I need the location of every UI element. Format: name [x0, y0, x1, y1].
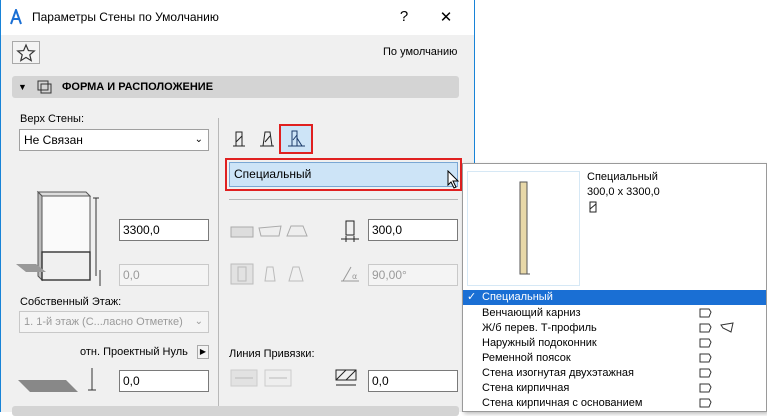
- profile-shape-icon: [699, 353, 712, 363]
- section-title: ФОРМА И РАСПОЛОЖЕНИЕ: [62, 81, 214, 93]
- reference-offset-input[interactable]: 0,0: [368, 370, 458, 392]
- profile-dropdown[interactable]: Специальный: [229, 162, 458, 187]
- wall-shape-icons: [230, 263, 304, 285]
- window-title: Параметры Стены по Умолчанию: [32, 10, 219, 24]
- home-story-dropdown[interactable]: 1. 1-й этаж (С...ласно Отметке) ⌄: [19, 311, 209, 333]
- chevron-down-icon: ⌄: [194, 316, 203, 327]
- profile-list-item[interactable]: Стена кирпичная с основанием: [463, 396, 766, 411]
- profile-shape-icon: [699, 308, 712, 318]
- profile-wall-small-icon: [589, 201, 597, 213]
- profile-preview: [467, 171, 580, 286]
- top-link-dropdown[interactable]: Не Связан ⌄: [19, 129, 209, 151]
- profile-shape-icon: [699, 338, 712, 348]
- profile-shape-icon: [699, 323, 712, 333]
- help-button[interactable]: ?: [394, 8, 414, 25]
- profile-shape-icon: [699, 398, 712, 408]
- wall-height-input[interactable]: 3300,0: [119, 219, 209, 241]
- slant-angle-input[interactable]: 90,00°: [368, 264, 458, 286]
- base-level-illustration-icon: [18, 368, 96, 392]
- top-link-value: Не Связан: [24, 133, 83, 147]
- profile-shape-icon: [699, 368, 712, 378]
- profile-preview-image-icon: [519, 181, 530, 275]
- next-section-header[interactable]: [12, 406, 459, 416]
- default-label: По умолчанию: [383, 46, 458, 58]
- straight-wall-icon[interactable]: [231, 129, 247, 149]
- wall-thickness-icon: [341, 220, 359, 242]
- wall-thickness-input[interactable]: 300,0: [368, 219, 458, 241]
- profile-shape-icon: [699, 383, 712, 393]
- profiled-wall-icon: [288, 130, 305, 147]
- wall-complexity-icons: [230, 225, 308, 238]
- base-offset-input[interactable]: 0,0: [119, 264, 209, 286]
- profile-list-item[interactable]: Ременной поясок: [463, 351, 766, 366]
- favorites-button[interactable]: [12, 41, 40, 64]
- reference-offset-icon: [335, 369, 357, 386]
- mouse-cursor-icon: [447, 170, 460, 189]
- reference-level-label: отн. Проектный Нуль: [80, 346, 188, 358]
- close-button[interactable]: ✕: [436, 8, 456, 26]
- profile-list-item[interactable]: Стена изогнутая двухэтажная: [463, 366, 766, 381]
- svg-text:α: α: [352, 272, 357, 281]
- chevron-down-icon: ⌄: [194, 134, 203, 145]
- preview-name: Специальный: [587, 171, 658, 183]
- preview-size: 300,0 x 3300,0: [587, 186, 660, 198]
- profiled-wall-button[interactable]: [279, 124, 313, 154]
- checkmark-icon: ✓: [467, 291, 477, 303]
- home-story-value: 1. 1-й этаж (С...ласно Отметке): [24, 316, 183, 328]
- top-link-label: Верх Стены:: [20, 113, 85, 125]
- slant-angle-icon: α: [341, 266, 359, 282]
- profile-value: Специальный: [234, 167, 312, 181]
- reference-level-button[interactable]: ▶: [197, 345, 209, 359]
- profile-list-item[interactable]: ✓ Специальный: [463, 290, 766, 305]
- archicad-logo-icon: [10, 9, 22, 25]
- trapezoid-wall-icon[interactable]: [259, 129, 275, 149]
- wall-geometry-icon: [37, 80, 52, 94]
- profile-list-item[interactable]: Наружный подоконник: [463, 336, 766, 351]
- wall-height-illustration-icon: [16, 190, 101, 286]
- home-story-label: Собственный Этаж:: [20, 296, 122, 308]
- right-divider: [229, 199, 458, 200]
- base-elevation-input[interactable]: 0,0: [119, 370, 209, 392]
- chevron-down-icon[interactable]: ▼: [18, 82, 27, 92]
- profile-list-item[interactable]: Стена кирпичная: [463, 381, 766, 396]
- star-icon: [16, 43, 36, 62]
- column-divider: [218, 118, 219, 408]
- reference-line-label: Линия Привязки:: [229, 348, 315, 360]
- profile-list-item[interactable]: Венчающий карниз: [463, 306, 766, 321]
- t-profile-icon: [720, 322, 734, 333]
- profile-list-item[interactable]: Ж/б перев. Т-профиль: [463, 321, 766, 336]
- reference-line-icons: [230, 369, 292, 387]
